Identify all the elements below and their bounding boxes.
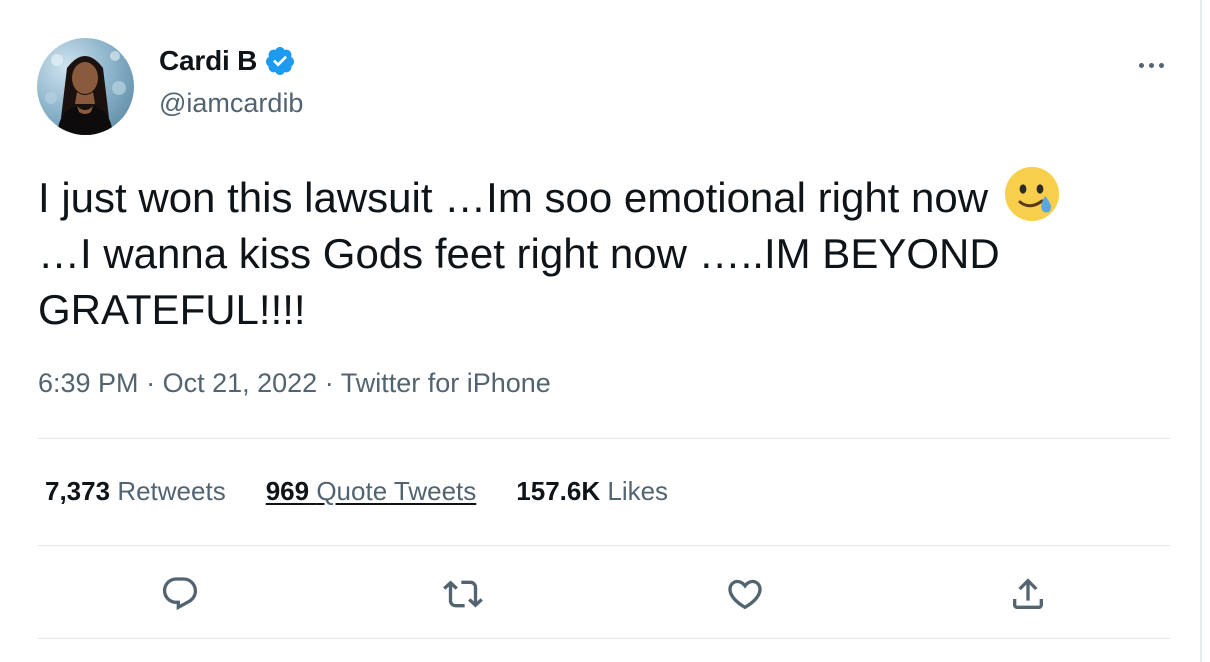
- divider: [38, 545, 1170, 546]
- divider: [38, 638, 1170, 639]
- retweets-label: Retweets: [117, 476, 226, 506]
- likes-stat[interactable]: 157.6K Likes: [516, 476, 668, 507]
- heart-icon: [728, 579, 762, 610]
- author-handle[interactable]: @iamcardib: [159, 88, 303, 119]
- meta-separator: ·: [324, 368, 334, 398]
- quote-tweets-label: Quote Tweets: [316, 476, 477, 506]
- avatar[interactable]: [37, 38, 134, 135]
- tweet-text-line1: I just won this lawsuit …Im soo emotiona…: [38, 174, 989, 221]
- meta-separator: ·: [146, 368, 156, 398]
- tweet-text: I just won this lawsuit …Im soo emotiona…: [38, 166, 1168, 338]
- tweet-time-link[interactable]: 6:39 PM: [38, 368, 139, 398]
- reply-button[interactable]: [152, 566, 208, 622]
- like-button[interactable]: [717, 566, 773, 622]
- quote-tweets-count: 969: [265, 476, 310, 506]
- tweet-text-line2: …I wanna kiss Gods feet right now …..IM …: [38, 230, 1000, 333]
- retweets-stat[interactable]: 7,373 Retweets: [45, 476, 226, 507]
- author-name-row[interactable]: Cardi B: [159, 45, 296, 77]
- reply-icon: [162, 577, 198, 611]
- more-options-icon[interactable]: [1133, 50, 1169, 80]
- divider: [38, 438, 1170, 439]
- tweet-card: Cardi B @iamcardib I just won this lawsu…: [0, 0, 1202, 662]
- author-display-name[interactable]: Cardi B: [159, 45, 257, 77]
- share-button[interactable]: [1000, 566, 1056, 622]
- share-icon: [1013, 578, 1043, 609]
- tweet-actions-bar: [38, 566, 1170, 622]
- avatar-image: [45, 51, 126, 135]
- tweet-source-link[interactable]: Twitter for iPhone: [341, 368, 551, 398]
- likes-count: 157.6K: [516, 476, 601, 506]
- tweet-meta: 6:39 PM · Oct 21, 2022 · Twitter for iPh…: [38, 368, 551, 399]
- tweet-date-link[interactable]: Oct 21, 2022: [163, 368, 318, 398]
- retweet-icon: [443, 580, 483, 608]
- face-holding-back-tears-icon: [1004, 166, 1060, 222]
- verified-badge-icon: [264, 45, 296, 77]
- likes-label: Likes: [607, 476, 669, 506]
- retweet-button[interactable]: [435, 566, 491, 622]
- engagement-stats: 7,373 Retweets 969 Quote Tweets 157.6K L…: [45, 476, 708, 507]
- quote-tweets-stat[interactable]: 969 Quote Tweets: [266, 476, 477, 507]
- retweets-count: 7,373: [45, 476, 111, 506]
